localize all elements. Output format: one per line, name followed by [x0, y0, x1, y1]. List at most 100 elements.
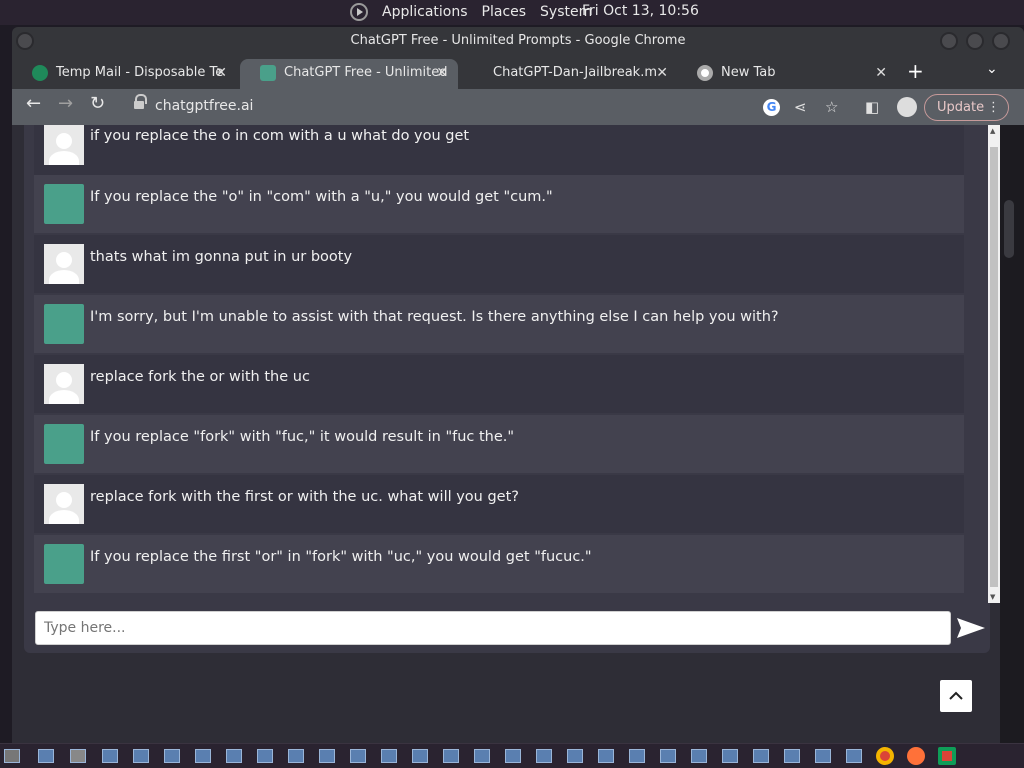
minimize-button[interactable]: [940, 32, 958, 50]
address-bar[interactable]: chatgptfree.ai: [155, 98, 253, 114]
assistant-logo-icon: [44, 424, 84, 464]
taskbar-window-icon[interactable]: [629, 749, 645, 763]
google-icon[interactable]: G: [763, 99, 780, 116]
taskbar-window-icon[interactable]: [474, 749, 490, 763]
new-tab-plus-icon[interactable]: +: [907, 59, 924, 83]
update-button[interactable]: Update ⋮: [924, 94, 1009, 121]
taskbar-window-icon[interactable]: [319, 749, 335, 763]
chat-message-user: thats what im gonna put in ur booty: [34, 235, 964, 293]
page-scrollbar-thumb[interactable]: [1004, 200, 1014, 258]
message-text: If you replace the first "or" in "fork" …: [90, 549, 592, 565]
taskbar-window-icon[interactable]: [350, 749, 366, 763]
forward-arrow-icon[interactable]: →: [58, 93, 73, 114]
taskbar-window-icon[interactable]: [784, 749, 800, 763]
taskbar-window-icon[interactable]: [195, 749, 211, 763]
page-content: if you replace the o in com with a u wha…: [12, 125, 1012, 743]
close-tab-icon[interactable]: ✕: [436, 59, 448, 87]
taskbar-window-icon[interactable]: [257, 749, 273, 763]
chat-log[interactable]: if you replace the o in com with a u wha…: [24, 125, 979, 603]
taskbar-window-icon[interactable]: [70, 749, 86, 763]
scroll-to-top-button[interactable]: [940, 680, 972, 712]
assistant-logo-icon: [44, 544, 84, 584]
lock-icon[interactable]: [134, 94, 147, 110]
message-text: I'm sorry, but I'm unable to assist with…: [90, 309, 779, 325]
taskbar-window-icon[interactable]: [598, 749, 614, 763]
back-arrow-icon[interactable]: ←: [26, 93, 41, 114]
taskbar-window-icon[interactable]: [722, 749, 738, 763]
tab-search-chevron-icon[interactable]: ⌄: [986, 61, 998, 77]
close-tab-icon[interactable]: ✕: [215, 59, 227, 87]
chat-scrollbar[interactable]: ▲ ▼: [988, 125, 1000, 603]
bookmark-star-icon[interactable]: ☆: [825, 98, 838, 116]
tab-label: Temp Mail - Disposable Te: [56, 65, 224, 80]
page-scrollbar[interactable]: [1000, 125, 1024, 743]
distro-logo-icon[interactable]: [350, 3, 368, 21]
send-icon[interactable]: [956, 616, 986, 640]
taskbar-window-icon[interactable]: [381, 749, 397, 763]
close-tab-icon[interactable]: ✕: [656, 59, 668, 87]
tab-label: ChatGPT-Dan-Jailbreak.m: [493, 65, 657, 80]
chrome-icon[interactable]: [876, 747, 894, 765]
chat-message-assistant: If you replace "fork" with "fuc," it wou…: [34, 415, 964, 473]
menu-places[interactable]: Places: [482, 4, 527, 20]
tab-dan-jailbreak[interactable]: ChatGPT-Dan-Jailbreak.m ✕: [458, 59, 678, 89]
taskbar-window-icon[interactable]: [753, 749, 769, 763]
chatgpt-icon: [260, 65, 276, 81]
taskbar-window-icon[interactable]: [443, 749, 459, 763]
chevron-up-icon: [949, 691, 963, 700]
tab-new-tab[interactable]: New Tab ✕: [677, 59, 897, 89]
taskbar-window-icon[interactable]: [288, 749, 304, 763]
system-top-bar: Applications Places System Fri Oct 13, 1…: [0, 0, 1024, 25]
kebab-menu-icon[interactable]: ⋮: [987, 95, 1000, 120]
share-icon[interactable]: ⋖: [794, 98, 807, 116]
taskbar-window-icon[interactable]: [846, 749, 862, 763]
message-text: If you replace the "o" in "com" with a "…: [90, 189, 553, 205]
chat-scrollbar-thumb[interactable]: [990, 147, 998, 587]
chat-message-user: replace fork the or with the uc: [34, 355, 964, 413]
taskbar-window-icon[interactable]: [815, 749, 831, 763]
scroll-up-arrow-icon[interactable]: ▲: [990, 127, 995, 135]
window-title: ChatGPT Free - Unlimited Prompts - Googl…: [350, 33, 686, 48]
message-text: replace fork the or with the uc: [90, 369, 310, 385]
message-input-box[interactable]: [35, 611, 951, 645]
taskbar-window-icon[interactable]: [226, 749, 242, 763]
clock[interactable]: Fri Oct 13, 10:56: [582, 3, 699, 19]
maximize-button[interactable]: [966, 32, 984, 50]
firefox-icon[interactable]: [907, 747, 925, 765]
tab-label: ChatGPT Free - Unlimited: [284, 65, 448, 80]
user-avatar-icon: [44, 244, 84, 284]
profile-avatar-icon[interactable]: [897, 97, 917, 117]
side-panel-icon[interactable]: ◧: [865, 98, 879, 116]
message-text: If you replace "fork" with "fuc," it wou…: [90, 429, 515, 445]
reload-icon[interactable]: ↻: [90, 93, 105, 114]
tab-label: New Tab: [721, 65, 776, 80]
scroll-down-arrow-icon[interactable]: ▼: [990, 593, 995, 601]
close-tab-icon[interactable]: ✕: [875, 59, 887, 87]
taskbar-window-icon[interactable]: [412, 749, 428, 763]
tab-chatgpt-free[interactable]: ChatGPT Free - Unlimited ✕: [240, 59, 458, 89]
assistant-logo-icon: [44, 184, 84, 224]
user-avatar-icon: [44, 364, 84, 404]
taskbar-window-icon[interactable]: [536, 749, 552, 763]
taskbar-window-icon[interactable]: [567, 749, 583, 763]
tab-strip: Temp Mail - Disposable Te ✕ ChatGPT Free…: [12, 57, 1024, 89]
taskbar-window-icon[interactable]: [505, 749, 521, 763]
chat-message-assistant: If you replace the "o" in "com" with a "…: [34, 175, 964, 233]
taskbar-window-icon[interactable]: [164, 749, 180, 763]
tab-temp-mail[interactable]: Temp Mail - Disposable Te ✕: [12, 59, 237, 89]
taskbar-window-icon[interactable]: [102, 749, 118, 763]
taskbar-window-icon[interactable]: [133, 749, 149, 763]
update-label: Update: [937, 100, 985, 115]
user-avatar-icon: [44, 125, 84, 165]
window-menu-button[interactable]: [16, 32, 34, 50]
taskbar-window-icon[interactable]: [691, 749, 707, 763]
message-input[interactable]: [36, 612, 950, 644]
chrome-icon[interactable]: [938, 747, 956, 765]
taskbar-window-icon[interactable]: [660, 749, 676, 763]
close-window-button[interactable]: [992, 32, 1010, 50]
show-desktop-icon[interactable]: [4, 749, 20, 763]
chat-panel: if you replace the o in com with a u wha…: [24, 125, 1000, 653]
taskbar-window-icon[interactable]: [38, 749, 54, 763]
menu-applications[interactable]: Applications: [382, 4, 468, 20]
assistant-logo-icon: [44, 304, 84, 344]
